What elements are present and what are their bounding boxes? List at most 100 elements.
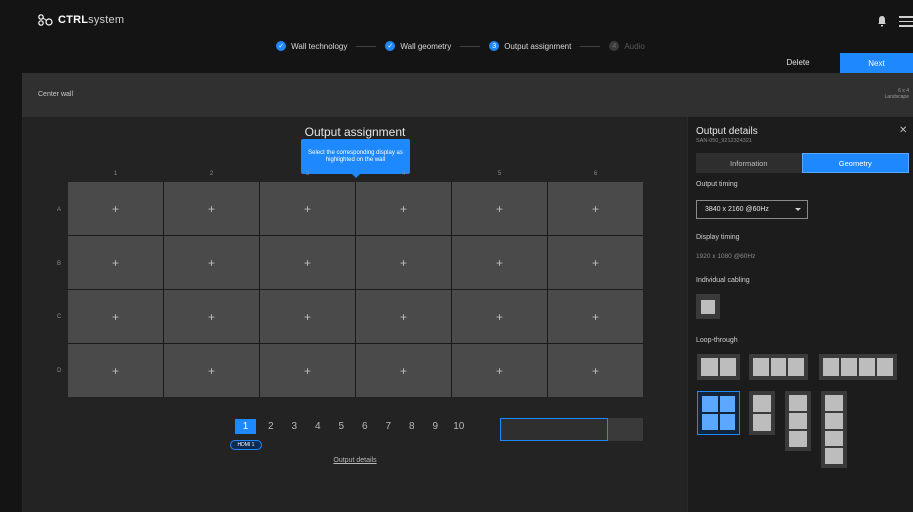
- check-icon: ✓: [385, 41, 396, 51]
- wall-name: Center wall: [38, 91, 74, 98]
- column-label: 1: [113, 171, 118, 177]
- page-number[interactable]: 10: [447, 421, 471, 432]
- plus-icon: +: [207, 255, 215, 270]
- display-cell[interactable]: +: [452, 344, 547, 397]
- panel-serial: SAN-050_9212324321: [696, 138, 752, 144]
- plus-icon: +: [399, 255, 407, 270]
- display-cell[interactable]: +: [260, 182, 355, 235]
- plus-icon: +: [111, 309, 119, 324]
- display-cell[interactable]: +: [356, 344, 451, 397]
- display-cell[interactable]: +: [260, 290, 355, 343]
- plus-icon: +: [207, 201, 215, 216]
- tab-geometry[interactable]: Geometry: [801, 153, 909, 173]
- step-wall-geometry[interactable]: ✓ Wall geometry: [385, 41, 451, 51]
- individual-cabling-option[interactable]: [696, 294, 720, 319]
- page-number[interactable]: 4: [306, 421, 330, 432]
- display-cell[interactable]: +: [548, 236, 643, 289]
- wall-header: Center wall 6 x 4 Landscape: [22, 73, 913, 117]
- output-details-link[interactable]: Output details: [320, 457, 390, 464]
- display-cell[interactable]: +: [164, 236, 259, 289]
- plus-icon: +: [111, 363, 119, 378]
- page-number[interactable]: 5: [330, 421, 354, 432]
- page-number[interactable]: 9: [424, 421, 448, 432]
- loop-through-4x1[interactable]: [819, 354, 897, 380]
- page-number[interactable]: 8: [400, 421, 424, 432]
- row-label: A: [57, 207, 62, 213]
- plus-icon: +: [399, 363, 407, 378]
- output-pager: 1 2 3 4 5 6 7 8 9 10: [235, 419, 471, 434]
- wizard-steps: ✓ Wall technology ✓ Wall geometry 3 Outp…: [0, 41, 913, 51]
- display-cell[interactable]: +: [164, 344, 259, 397]
- individual-cabling-label: Individual cabling: [696, 277, 750, 284]
- display-cell[interactable]: +: [260, 236, 355, 289]
- instruction-tooltip: Select the corresponding display as high…: [301, 139, 410, 178]
- wall-minimap[interactable]: [500, 418, 643, 441]
- plus-icon: +: [207, 363, 215, 378]
- minimap-viewport[interactable]: [500, 418, 608, 441]
- page-number[interactable]: 3: [283, 421, 307, 432]
- loop-through-1x2[interactable]: [749, 391, 775, 435]
- step-label: Output assignment: [504, 41, 572, 51]
- display-cell[interactable]: +: [68, 344, 163, 397]
- display-cell[interactable]: +: [260, 344, 355, 397]
- loop-through-2x1[interactable]: [697, 354, 740, 380]
- plus-icon: +: [495, 201, 503, 216]
- chevron-down-icon: [795, 208, 801, 211]
- close-icon[interactable]: ✕: [899, 125, 907, 136]
- page-number[interactable]: 2: [259, 421, 283, 432]
- row-label: B: [57, 261, 62, 267]
- column-label: 6: [593, 171, 598, 177]
- panel-tabs: Information Geometry: [696, 153, 909, 173]
- menu-icon[interactable]: [899, 16, 913, 30]
- display-cell[interactable]: +: [356, 290, 451, 343]
- step-audio[interactable]: 4 Audio: [609, 41, 645, 51]
- display-cell[interactable]: +: [356, 182, 451, 235]
- display-cell[interactable]: +: [452, 236, 547, 289]
- loop-through-3x1[interactable]: [749, 354, 808, 380]
- plus-icon: +: [111, 201, 119, 216]
- page-number[interactable]: 6: [353, 421, 377, 432]
- display-cell[interactable]: +: [164, 290, 259, 343]
- display-cell[interactable]: +: [68, 182, 163, 235]
- page-title: Output assignment: [304, 125, 406, 139]
- output-timing-select[interactable]: 3840 x 2160 @60Hz: [696, 200, 808, 219]
- column-label: 3: [305, 171, 310, 177]
- page-number[interactable]: 7: [377, 421, 401, 432]
- display-cell[interactable]: +: [548, 344, 643, 397]
- plus-icon: +: [399, 201, 407, 216]
- display-cell[interactable]: +: [548, 290, 643, 343]
- display-cell[interactable]: +: [68, 236, 163, 289]
- logo-text: CTRLsystem: [58, 14, 125, 26]
- display-cell[interactable]: +: [452, 290, 547, 343]
- step-wall-technology[interactable]: ✓ Wall technology: [276, 41, 347, 51]
- step-number: 4: [609, 41, 620, 51]
- display-cell[interactable]: +: [356, 236, 451, 289]
- display-cell[interactable]: +: [68, 290, 163, 343]
- plus-icon: +: [303, 309, 311, 324]
- logo: CTRLsystem: [38, 14, 124, 26]
- display-grid: + + + + + + + + + + + + + + + + + + + + + + + +: [68, 182, 643, 397]
- display-cell[interactable]: +: [452, 182, 547, 235]
- loop-through-1x3[interactable]: [785, 391, 811, 451]
- tab-information[interactable]: Information: [696, 153, 802, 173]
- plus-icon: +: [591, 309, 599, 324]
- plus-icon: +: [495, 309, 503, 324]
- top-bar: CTRLsystem ✓ Wall technology ✓ Wall geom…: [0, 0, 913, 73]
- step-label: Audio: [624, 41, 645, 51]
- page-number[interactable]: 1: [235, 419, 256, 434]
- loop-through-2x2[interactable]: [697, 391, 740, 435]
- delete-button[interactable]: Delete: [769, 53, 827, 71]
- loop-through-1x4[interactable]: [821, 391, 847, 468]
- step-output-assignment[interactable]: 3 Output assignment: [489, 41, 571, 51]
- display-cell[interactable]: +: [548, 182, 643, 235]
- bell-icon[interactable]: [877, 15, 887, 27]
- panel-title: Output details: [696, 126, 758, 137]
- display-cell[interactable]: +: [164, 182, 259, 235]
- plus-icon: +: [495, 255, 503, 270]
- ctrl-logo-icon: [38, 14, 53, 26]
- plus-icon: +: [303, 255, 311, 270]
- next-button[interactable]: Next: [840, 53, 913, 73]
- step-label: Wall technology: [291, 41, 348, 51]
- plus-icon: +: [495, 363, 503, 378]
- single-display-icon: [701, 299, 715, 314]
